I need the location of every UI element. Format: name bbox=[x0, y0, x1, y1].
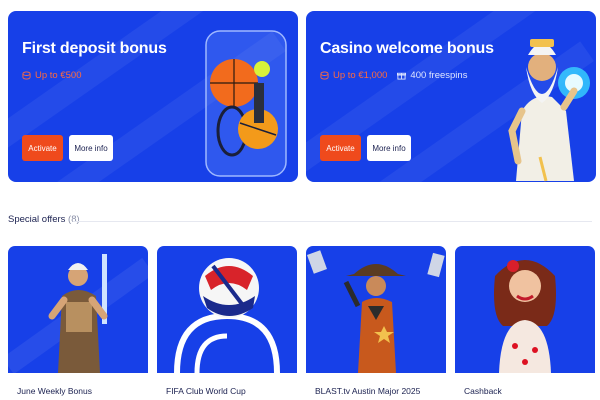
warrior-sword-icon bbox=[8, 254, 148, 375]
promo-subinfo: Up to €500 bbox=[22, 70, 81, 81]
gift-icon bbox=[397, 72, 407, 80]
offer-image bbox=[8, 246, 148, 375]
more-info-button[interactable]: More info bbox=[367, 135, 411, 161]
coins-icon bbox=[320, 71, 329, 80]
amount-info: Up to €500 bbox=[22, 70, 81, 81]
more-info-button[interactable]: More info bbox=[69, 135, 113, 161]
offers-count: (8) bbox=[68, 214, 80, 225]
special-offers-heading: Special offers (8) bbox=[8, 214, 80, 225]
promo-card-first-deposit[interactable]: First deposit bonus Up to €500 Activate … bbox=[8, 11, 298, 182]
offer-label: BLAST.tv Austin Major 2025 bbox=[315, 386, 421, 396]
offer-label: June Weekly Bonus bbox=[17, 386, 92, 396]
football-icon bbox=[174, 258, 280, 374]
section-divider bbox=[73, 221, 592, 222]
offer-image bbox=[306, 246, 446, 373]
promo-subinfo: Up to €1,000 400 freespins bbox=[320, 70, 467, 81]
activate-button[interactable]: Activate bbox=[22, 135, 63, 161]
offer-image bbox=[157, 246, 297, 374]
promo-title: First deposit bonus bbox=[22, 40, 167, 57]
promo-card-casino-welcome[interactable]: Casino welcome bonus Up to €1,000 400 fr… bbox=[306, 11, 596, 182]
activate-button[interactable]: Activate bbox=[320, 135, 361, 161]
offer-card-june-weekly[interactable]: June Weekly Bonus bbox=[8, 246, 148, 400]
offer-card-blast-austin-major[interactable]: BLAST.tv Austin Major 2025 bbox=[306, 246, 446, 400]
section-title: Special offers bbox=[8, 214, 66, 225]
offer-label: FIFA Club World Cup bbox=[166, 386, 246, 396]
coins-icon bbox=[22, 71, 31, 80]
offer-card-cashback[interactable]: Cashback bbox=[455, 246, 595, 400]
amount-info: Up to €1,000 bbox=[320, 70, 387, 81]
cowboy-gunslinger-icon bbox=[307, 250, 445, 373]
offer-image bbox=[455, 246, 595, 373]
bonus-amount: Up to €1,000 bbox=[333, 70, 388, 81]
bonus-amount: Up to €500 bbox=[35, 70, 82, 81]
pinup-woman-icon bbox=[494, 260, 556, 373]
offer-card-fifa-club-world-cup[interactable]: FIFA Club World Cup bbox=[157, 246, 297, 400]
offer-label: Cashback bbox=[464, 386, 502, 396]
sports-balls-bag-icon bbox=[205, 30, 287, 177]
zeus-character-icon bbox=[508, 39, 590, 182]
